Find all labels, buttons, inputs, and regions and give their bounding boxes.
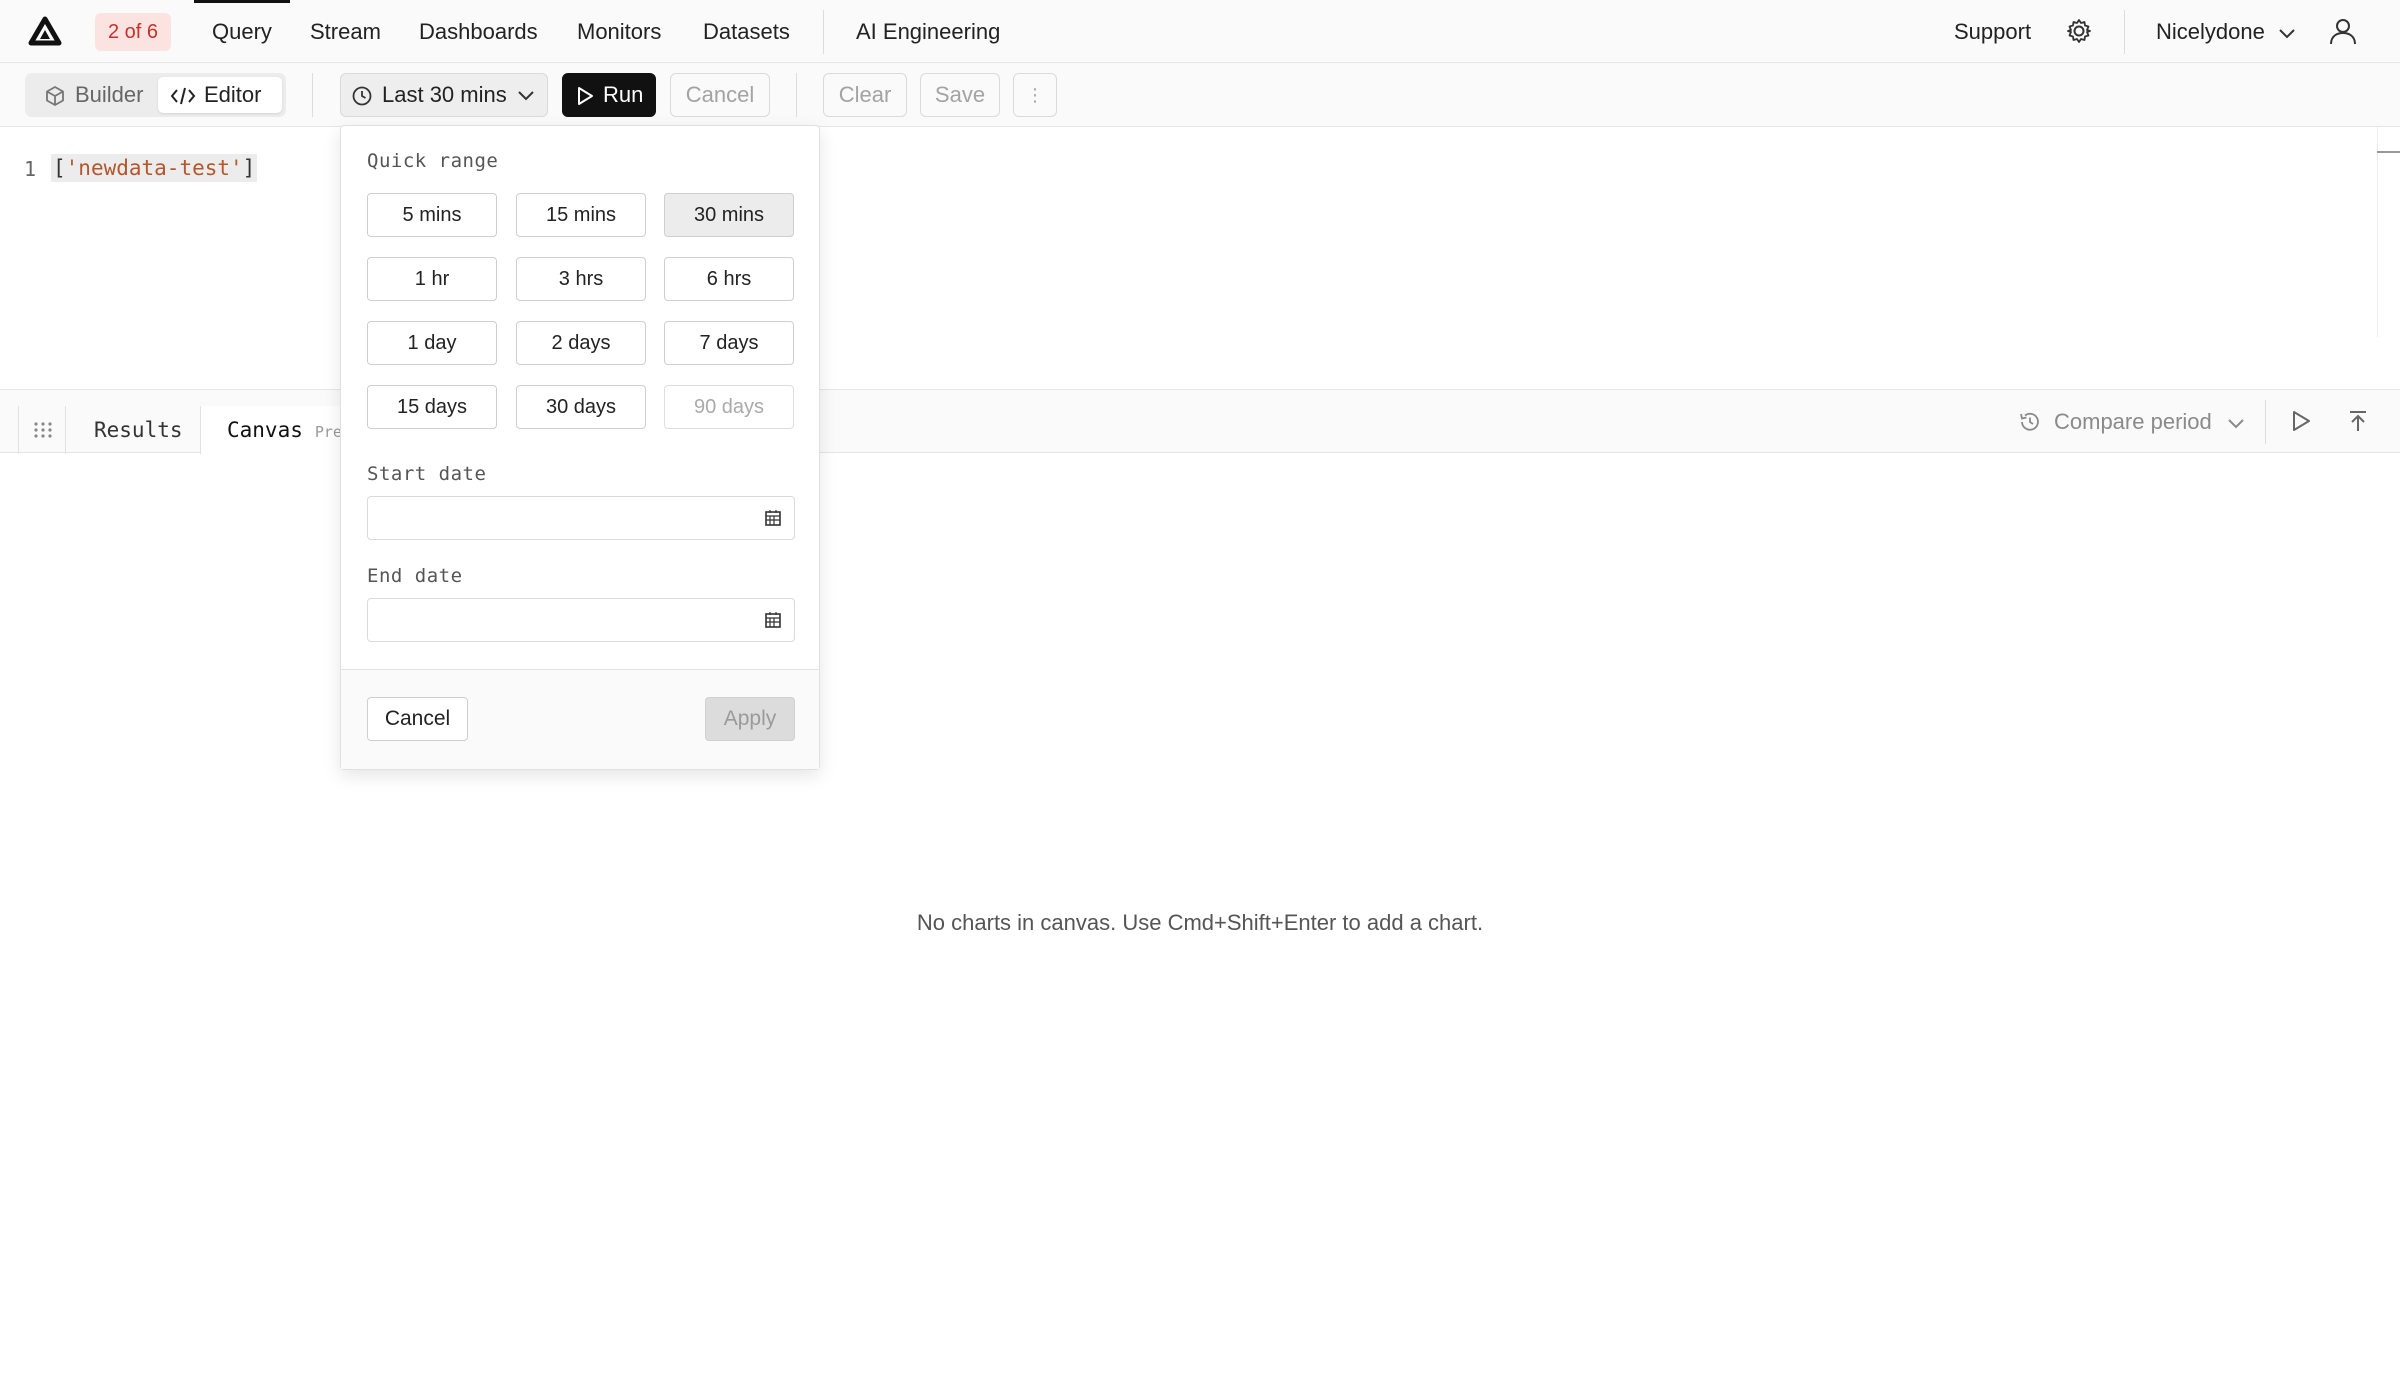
tab-canvas-label: Canvas <box>227 418 303 442</box>
range-option-30-mins[interactable]: 30 mins <box>664 193 794 237</box>
calendar-icon[interactable] <box>764 611 782 629</box>
clock-icon <box>352 86 372 106</box>
range-option-6-hrs[interactable]: 6 hrs <box>664 257 794 301</box>
range-option-90-days: 90 days <box>664 385 794 429</box>
range-option-30-days[interactable]: 30 days <box>516 385 646 429</box>
time-range-button[interactable]: Last 30 mins <box>340 73 548 117</box>
collapse-to-top-icon[interactable] <box>2347 409 2369 433</box>
nav-item-datasets[interactable]: Datasets <box>703 0 790 63</box>
canvas-empty-message: No charts in canvas. Use Cmd+Shift+Enter… <box>916 910 1484 935</box>
start-date-label: Start date <box>367 463 487 485</box>
org-name: Nicelydone <box>2156 19 2265 44</box>
nav-item-stream[interactable]: Stream <box>310 0 381 63</box>
history-icon <box>2020 412 2039 431</box>
play-icon <box>578 87 593 105</box>
end-date-label: End date <box>367 565 463 587</box>
drag-handle[interactable] <box>18 406 66 454</box>
builder-mode-button[interactable]: Builder <box>29 77 179 113</box>
tab-results[interactable]: Results <box>68 406 209 454</box>
code-bracket-close: ] <box>242 156 256 180</box>
end-date-input[interactable] <box>367 598 795 642</box>
range-option-1-hr[interactable]: 1 hr <box>367 257 497 301</box>
grid-dots-icon <box>34 422 52 438</box>
dropdown-footer: Cancel Apply <box>341 669 819 769</box>
top-navbar: 2 of 6 Query Stream Dashboards Monitors … <box>0 0 2400 63</box>
chevron-down-icon <box>2228 419 2244 429</box>
editor-scrollbar[interactable] <box>2377 127 2378 337</box>
nav-item-monitors[interactable]: Monitors <box>577 0 661 63</box>
start-date-input[interactable] <box>367 496 795 540</box>
range-option-2-days[interactable]: 2 days <box>516 321 646 365</box>
dropdown-apply-button[interactable]: Apply <box>705 697 795 741</box>
editor-label: Editor <box>204 82 262 107</box>
play-icon[interactable] <box>2290 409 2312 433</box>
code-icon <box>170 87 196 105</box>
tab-canvas[interactable]: Canvas Pre <box>200 406 350 454</box>
compare-period-dropdown[interactable]: Compare period <box>2018 406 2246 438</box>
line-number: 1 <box>24 157 37 181</box>
mode-toggle: Builder Editor <box>25 73 286 117</box>
editor-mode-button[interactable]: Editor <box>158 77 282 113</box>
tabbar-divider <box>2265 400 2266 444</box>
settings-gear-icon[interactable] <box>2065 17 2093 45</box>
preview-badge: Pre <box>314 423 342 441</box>
more-options-button[interactable]: ⋮ <box>1013 73 1057 117</box>
app-logo-icon[interactable] <box>28 16 62 46</box>
calendar-icon[interactable] <box>764 509 782 527</box>
nav-item-dashboards[interactable]: Dashboards <box>419 0 538 63</box>
toolbar-divider <box>312 73 313 117</box>
quick-range-label: Quick range <box>367 150 499 172</box>
save-button[interactable]: Save <box>920 73 1000 117</box>
run-label: Run <box>603 82 644 107</box>
nav-divider <box>823 10 824 54</box>
code-string: 'newdata-test' <box>65 156 243 180</box>
toolbar-divider <box>796 73 797 117</box>
compare-period-label: Compare period <box>2054 409 2212 434</box>
support-link[interactable]: Support <box>1954 0 2031 63</box>
nav-divider <box>2124 10 2125 54</box>
nav-item-ai-engineering[interactable]: AI Engineering <box>856 0 1000 63</box>
code-bracket-open: [ <box>53 156 66 180</box>
tab-results-label: Results <box>94 418 183 442</box>
range-option-3-hrs[interactable]: 3 hrs <box>516 257 646 301</box>
range-option-1-day[interactable]: 1 day <box>367 321 497 365</box>
cancel-query-button[interactable]: Cancel <box>670 73 770 117</box>
time-range-label: Last 30 mins <box>382 82 507 107</box>
clear-button[interactable]: Clear <box>823 73 907 117</box>
dropdown-cancel-button[interactable]: Cancel <box>367 697 468 741</box>
time-range-dropdown: Quick range 5 mins 15 mins 30 mins 1 hr … <box>340 125 820 770</box>
cube-icon <box>46 86 64 106</box>
user-profile-icon[interactable] <box>2328 16 2358 46</box>
org-switcher[interactable]: Nicelydone <box>2156 0 2297 63</box>
range-option-15-days[interactable]: 15 days <box>367 385 497 429</box>
chevron-down-icon <box>518 91 534 101</box>
query-toolbar: Builder Editor Last 30 mins Run Cancel C… <box>0 63 2400 127</box>
scroll-position-marker <box>2377 151 2400 153</box>
nav-item-query[interactable]: Query <box>194 0 290 63</box>
code-line[interactable]: ['newdata-test'] <box>51 154 258 182</box>
range-option-7-days[interactable]: 7 days <box>664 321 794 365</box>
range-option-5-mins[interactable]: 5 mins <box>367 193 497 237</box>
chevron-down-icon <box>2279 29 2295 39</box>
builder-label: Builder <box>75 82 144 107</box>
range-option-15-mins[interactable]: 15 mins <box>516 193 646 237</box>
run-button[interactable]: Run <box>562 73 656 117</box>
query-count-badge[interactable]: 2 of 6 <box>95 13 172 51</box>
